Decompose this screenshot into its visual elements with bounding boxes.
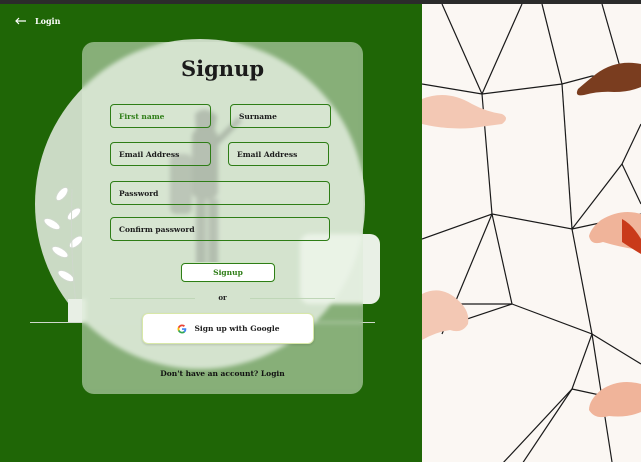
- first-name-placeholder: First name: [119, 111, 165, 121]
- confirm-password-placeholder: Confirm password: [119, 224, 195, 234]
- first-name-input[interactable]: First name: [110, 104, 211, 128]
- email-confirm-placeholder: Email Address: [237, 149, 298, 159]
- google-icon: [177, 324, 186, 333]
- email-input[interactable]: Email Address: [110, 142, 211, 166]
- signup-button[interactable]: Signup: [181, 263, 275, 282]
- back-to-login[interactable]: Login: [15, 16, 60, 26]
- hands-network-illustration: [422, 4, 641, 462]
- surname-placeholder: Surname: [239, 111, 277, 121]
- login-prompt[interactable]: Don't have an account? Login: [82, 369, 363, 378]
- confirm-password-input[interactable]: Confirm password: [110, 217, 330, 241]
- password-placeholder: Password: [119, 188, 159, 198]
- page-title: Signup: [180, 56, 265, 81]
- signup-card: Signup First name Surname Email Address …: [82, 42, 363, 394]
- arrow-left-icon: [15, 17, 26, 25]
- divider-right: [250, 298, 335, 299]
- surname-input[interactable]: Surname: [230, 104, 331, 128]
- google-button-label: Sign up with Google: [194, 324, 280, 333]
- password-input[interactable]: Password: [110, 181, 330, 205]
- signup-button-label: Signup: [213, 268, 243, 277]
- google-signup-button[interactable]: Sign up with Google: [142, 313, 314, 344]
- email-placeholder: Email Address: [119, 149, 180, 159]
- signup-pane: Login Signup First name Surname Email Ad…: [0, 4, 422, 462]
- back-label: Login: [35, 16, 61, 26]
- network-art: [422, 4, 641, 462]
- email-confirm-input[interactable]: Email Address: [228, 142, 329, 166]
